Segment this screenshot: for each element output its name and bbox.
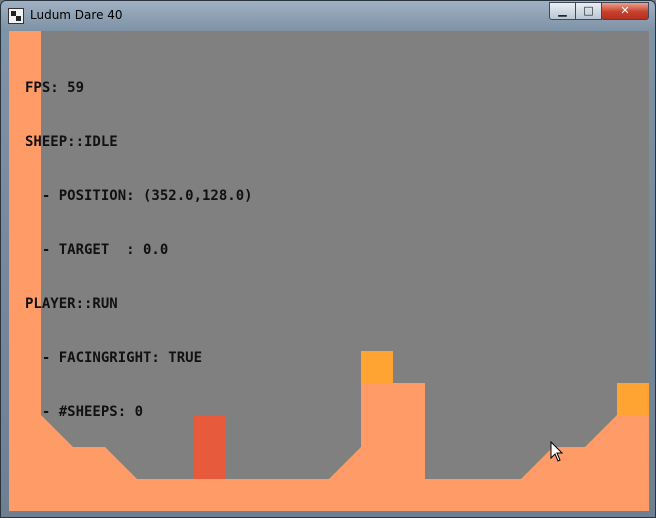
close-button[interactable]: ✕ — [601, 2, 649, 20]
mouse-cursor-icon — [550, 441, 564, 462]
hud-sheep-target: - TARGET : 0.0 — [25, 242, 169, 258]
debug-hud: FPS: 59 SHEEP::IDLE - POSITION: (352.0,1… — [25, 43, 253, 457]
hud-sheep-state: SHEEP::IDLE — [25, 134, 118, 150]
title-bar[interactable]: Ludum Dare 40 ▁ □ ✕ — [1, 1, 655, 31]
app-icon — [8, 8, 24, 24]
hud-sheep-position: - POSITION: (352.0,128.0) — [25, 188, 253, 204]
window-title: Ludum Dare 40 — [30, 8, 123, 22]
hud-player-sheeps: - #SHEEPS: 0 — [25, 404, 144, 420]
minimize-button[interactable]: ▁ — [549, 2, 576, 20]
hud-fps: FPS: 59 — [25, 80, 85, 96]
sheep-block — [361, 351, 393, 383]
game-viewport[interactable]: FPS: 59 SHEEP::IDLE - POSITION: (352.0,1… — [9, 31, 649, 511]
maximize-button[interactable]: □ — [575, 2, 602, 20]
hud-player-facing: - FACINGRIGHT: TRUE — [25, 350, 203, 366]
pickup-block — [617, 383, 649, 415]
hud-player-state: PLAYER::RUN — [25, 296, 118, 312]
game-window: Ludum Dare 40 ▁ □ ✕ FPS: 59 SHEEP::IDLE … — [0, 0, 656, 518]
